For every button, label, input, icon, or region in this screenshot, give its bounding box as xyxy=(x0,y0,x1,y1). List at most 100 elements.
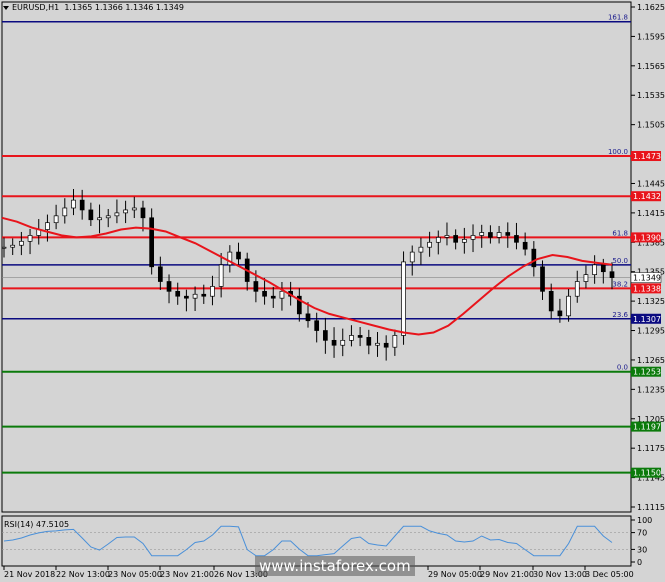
candle-body xyxy=(10,244,16,248)
candle-body xyxy=(444,235,450,238)
fib-label: 0.0 xyxy=(617,364,628,372)
candle-body xyxy=(435,237,441,243)
rsi-tick-label: 70 xyxy=(637,529,647,538)
candle-body xyxy=(514,235,519,243)
candle-body xyxy=(253,281,259,292)
candle-body xyxy=(131,207,137,211)
candle-body xyxy=(583,274,589,282)
price-tick-label: 1.1295 xyxy=(637,327,665,336)
fib-label: 61.8 xyxy=(612,229,628,237)
time-tick-label: 30 Nov 13:00 xyxy=(533,570,587,579)
candle-body xyxy=(88,209,94,221)
candle-body xyxy=(262,290,267,297)
candle-body xyxy=(522,241,528,250)
candle-body xyxy=(505,232,511,236)
price-tick-label: 1.1505 xyxy=(637,121,665,130)
candle-body xyxy=(574,281,580,297)
level-price-tag-text: 1.1307 xyxy=(633,315,661,324)
time-tick-label: 29 Nov 21:00 xyxy=(480,570,534,579)
candle-body xyxy=(19,240,24,246)
candle-body xyxy=(192,293,198,299)
time-tick-label: 3 Dec 05:00 xyxy=(585,570,634,579)
rsi-label: RSI(14) 47.5105 xyxy=(4,520,70,529)
level-price-tag-text: 1.1432 xyxy=(633,192,661,201)
candle-body xyxy=(488,232,493,238)
candle-body xyxy=(392,335,398,348)
candle-body xyxy=(453,235,459,243)
candle-body xyxy=(140,207,146,219)
price-tick-label: 1.1175 xyxy=(637,444,665,453)
time-tick-label: 23 Nov 05:00 xyxy=(108,570,162,579)
candle-body xyxy=(540,266,545,292)
candle-body xyxy=(201,293,207,297)
price-tick-label: 1.1265 xyxy=(637,356,665,365)
time-tick-label: 29 Nov 05:00 xyxy=(428,570,482,579)
rsi-tick-label: 100 xyxy=(637,516,652,525)
candle-body xyxy=(548,290,554,312)
time-tick-label: 23 Nov 21:00 xyxy=(160,570,214,579)
time-tick-label: 21 Nov 2018 xyxy=(4,570,55,579)
candle-body xyxy=(149,217,155,268)
candle-body xyxy=(496,232,502,238)
candle-body xyxy=(236,251,241,260)
symbol-label: EURUSD,H1 xyxy=(12,3,60,12)
candle-body xyxy=(566,295,571,317)
candle-body xyxy=(105,215,111,219)
dropdown-triangle-icon[interactable] xyxy=(3,5,9,10)
level-price-tag-text: 1.1253 xyxy=(633,368,661,377)
fib-label: 100.0 xyxy=(608,148,628,156)
price-tick-label: 1.1415 xyxy=(637,209,665,218)
candle-body xyxy=(62,207,68,217)
level-price-tag-text: 1.1390 xyxy=(633,233,661,242)
price-tick-label: 1.1595 xyxy=(637,32,665,41)
candle-body xyxy=(427,241,432,248)
candle-body xyxy=(401,261,406,336)
candle-body xyxy=(409,251,415,263)
candle-body xyxy=(375,342,380,346)
candle-body xyxy=(557,310,563,317)
candle-body xyxy=(114,212,120,217)
candle-body xyxy=(592,264,597,275)
candle-body xyxy=(97,217,102,221)
fib-label: 50.0 xyxy=(612,257,628,265)
price-chart[interactable]: 1.1625 1.1595 1.1565 1.1535 1.1505 1.1445 1.14… xyxy=(0,0,665,582)
candle-body xyxy=(270,295,276,299)
candle-body xyxy=(71,199,76,209)
current-price-tag-text: 1.1349 xyxy=(633,274,661,283)
price-tick-label: 1.1445 xyxy=(637,179,665,188)
candle-body xyxy=(166,281,172,292)
candle-body xyxy=(1,246,7,249)
candle-body xyxy=(470,235,476,240)
time-tick-label: 22 Nov 13:00 xyxy=(56,570,110,579)
candle-body xyxy=(323,330,328,341)
fib-label: 38.2 xyxy=(612,280,628,288)
candle-body xyxy=(305,313,311,322)
chart-background xyxy=(0,0,665,582)
candle-body xyxy=(27,235,33,242)
chart-header: EURUSD,H1 1.1365 1.1366 1.1346 1.1349 xyxy=(3,3,184,12)
price-tick-label: 1.1625 xyxy=(637,3,665,12)
candle-body xyxy=(609,271,615,278)
price-tick-label: 1.1235 xyxy=(637,385,665,394)
candle-body xyxy=(184,295,189,299)
candle-body xyxy=(418,246,424,253)
price-tick-label: 1.1565 xyxy=(637,62,665,71)
candle-body xyxy=(79,199,85,211)
candle-body xyxy=(349,335,354,341)
candle-body xyxy=(383,342,389,348)
level-price-tag-text: 1.1197 xyxy=(633,423,661,432)
candle-body xyxy=(331,339,337,346)
candle-body xyxy=(175,290,181,297)
candle-body xyxy=(357,335,363,338)
watermark: www.instaforex.com xyxy=(255,556,415,576)
candle-body xyxy=(531,248,537,268)
level-price-tag-text: 1.1338 xyxy=(633,284,661,293)
candle-body xyxy=(210,286,215,297)
price-tick-label: 1.1325 xyxy=(637,297,665,306)
candle-body xyxy=(157,266,163,282)
candle-body xyxy=(340,339,346,346)
fib-label: 23.6 xyxy=(612,311,628,319)
candle-body xyxy=(53,215,59,224)
candle-body xyxy=(479,232,485,236)
candle-body xyxy=(314,320,320,331)
